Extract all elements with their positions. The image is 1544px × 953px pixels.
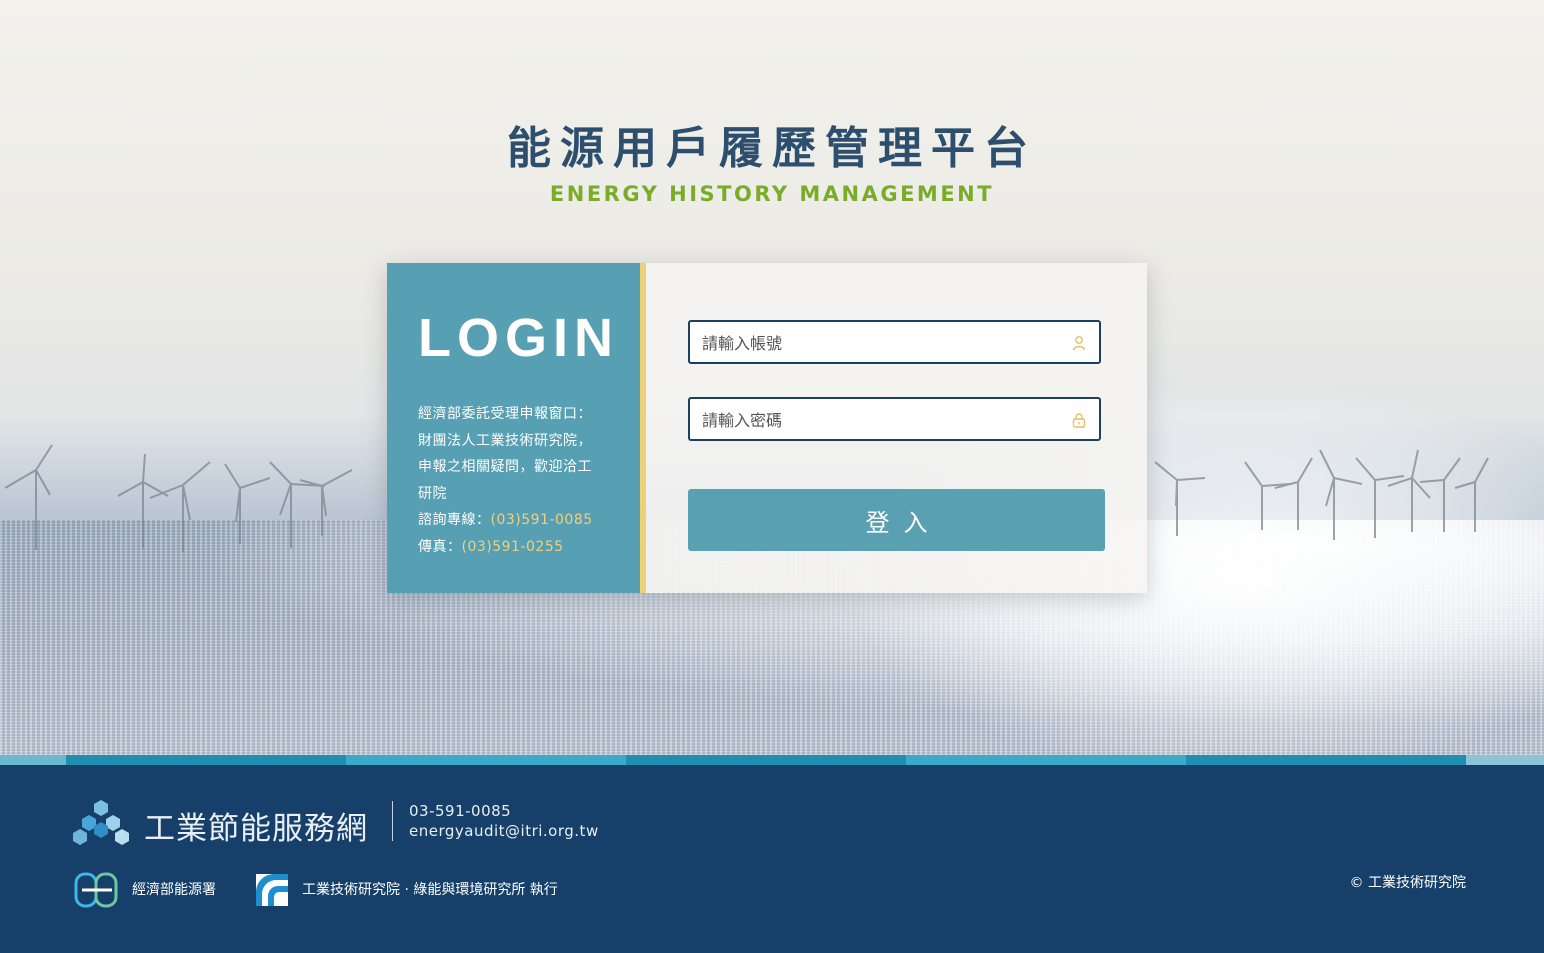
- password-input[interactable]: [700, 399, 1064, 441]
- contact-line: 申報之相關疑問，歡迎洽工: [418, 459, 592, 475]
- user-icon: [1072, 336, 1086, 351]
- brand-name: 工業節能服務網: [144, 811, 368, 847]
- footer-stripe: [0, 755, 1544, 765]
- fax-row: 傳真：(03)591-0255: [418, 534, 623, 561]
- fax-number: (03)591-0255: [461, 538, 564, 555]
- page-subtitle: ENERGY HISTORY MANAGEMENT: [549, 182, 995, 206]
- hotline-label: 諮詢專線：: [418, 512, 491, 528]
- password-field: [688, 397, 1101, 441]
- itri-logo-icon: [256, 874, 288, 906]
- hotline-row: 諮詢專線：(03)591-0085: [418, 507, 623, 534]
- hotline-number: (03)591-0085: [490, 512, 593, 528]
- copyright: © 工業技術研究院: [1349, 875, 1466, 891]
- login-form: 登入: [646, 263, 1147, 593]
- contact-line: 研院: [418, 485, 447, 502]
- contact-line: 經濟部委託受理申報窗口：: [418, 406, 592, 422]
- hexagon-logo-icon: [73, 800, 129, 845]
- account-input[interactable]: [700, 322, 1064, 364]
- login-heading: LOGIN: [418, 308, 619, 368]
- contact-line: 財團法人工業技術研究院，: [418, 432, 592, 449]
- itri-name: 工業技術研究院 · 綠能與環境研究所 執行: [302, 882, 558, 898]
- page-title: 能源用戶履歷管理平台: [507, 123, 1037, 174]
- fax-label: 傳真：: [418, 538, 462, 555]
- moea-logo-icon: [74, 872, 118, 908]
- account-field: [688, 320, 1101, 364]
- login-info-panel: LOGIN 經濟部委託受理申報窗口： 財團法人工業技術研究院， 申報之相關疑問，…: [387, 263, 646, 593]
- lock-icon: [1072, 413, 1086, 428]
- contact-info: 經濟部委託受理申報窗口： 財團法人工業技術研究院， 申報之相關疑問，歡迎洽工 研…: [418, 401, 623, 560]
- login-card: LOGIN 經濟部委託受理申報窗口： 財團法人工業技術研究院， 申報之相關疑問，…: [387, 263, 1147, 593]
- login-button[interactable]: 登入: [688, 489, 1105, 551]
- moea-name: 經濟部能源署: [132, 882, 216, 898]
- footer-divider: [392, 801, 393, 841]
- footer-email[interactable]: energyaudit@itri.org.tw: [409, 822, 599, 840]
- footer-phone: 03-591-0085: [409, 802, 512, 820]
- footer: 工業節能服務網 03-591-0085 energyaudit@itri.org…: [0, 765, 1544, 953]
